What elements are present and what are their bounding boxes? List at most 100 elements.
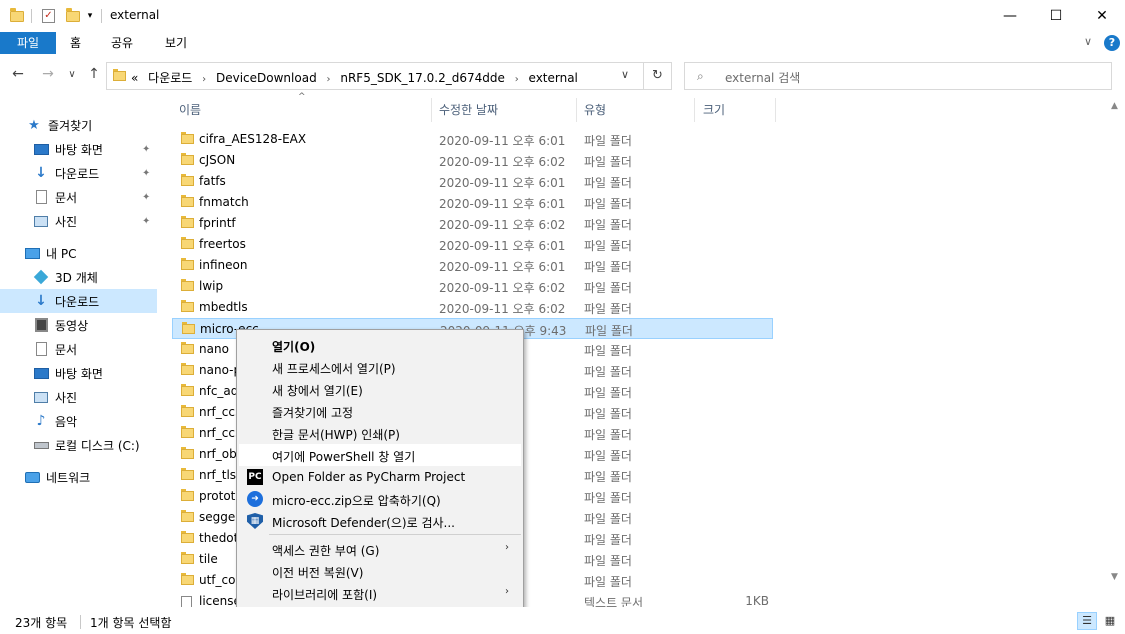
desktop-icon — [33, 366, 49, 380]
file-row[interactable]: fprintf 2020-09-11 오후 6:02 파일 폴더 — [172, 213, 773, 234]
column-divider[interactable] — [576, 98, 577, 122]
file-type: 파일 폴더 — [584, 218, 632, 232]
breadcrumb-external[interactable]: external — [529, 71, 578, 85]
context-menu-item[interactable]: 라이브러리에 포함(I) › — [239, 582, 521, 604]
file-type: 파일 폴더 — [584, 386, 632, 400]
file-name: tile — [199, 552, 218, 566]
sidebar-item-pc-documents[interactable]: 문서 — [0, 337, 157, 361]
customize-qa-icon[interactable]: ▾ — [85, 8, 95, 24]
context-menu-item[interactable]: PC Open Folder as PyCharm Project — [239, 466, 521, 488]
file-type: 파일 폴더 — [584, 176, 632, 190]
maximize-button[interactable]: ☐ — [1033, 0, 1079, 32]
breadcrumb-separator-icon[interactable]: › — [515, 74, 519, 85]
back-button[interactable]: ← — [10, 66, 26, 86]
breadcrumb-separator-icon[interactable]: › — [202, 74, 206, 85]
file-type: 파일 폴더 — [584, 155, 632, 169]
sidebar-item-3d-objects[interactable]: 3D 개체 — [0, 265, 157, 289]
search-input[interactable]: external 검색 — [725, 69, 800, 86]
file-row[interactable]: cJSON 2020-09-11 오후 6:02 파일 폴더 — [172, 150, 773, 171]
3d-objects-icon — [33, 269, 49, 285]
tab-file[interactable]: 파일 — [0, 32, 56, 54]
breadcrumb-sdk[interactable]: nRF5_SDK_17.0.2_d674dde — [340, 71, 505, 85]
up-button[interactable]: ↑ — [86, 66, 102, 86]
breadcrumb-overflow[interactable]: « — [131, 71, 138, 85]
column-header-date[interactable]: 수정한 날짜 — [439, 98, 574, 122]
sidebar-item-pictures[interactable]: 사진 ✦ — [0, 209, 157, 233]
file-row[interactable]: freertos 2020-09-11 오후 6:01 파일 폴더 — [172, 234, 773, 255]
sidebar-item-music[interactable]: ♪ 음악 — [0, 409, 157, 433]
file-row[interactable]: cifra_AES128-EAX 2020-09-11 오후 6:01 파일 폴더 — [172, 129, 773, 150]
context-menu-item[interactable]: ➜ micro-ecc.zip으로 압축하기(Q) — [239, 488, 521, 510]
sidebar-item-desktop[interactable]: 바탕 화면 ✦ — [0, 137, 157, 161]
refresh-button[interactable]: ↻ — [643, 62, 671, 90]
file-name: nano — [199, 342, 229, 356]
context-menu-item[interactable]: ▦ Microsoft Defender(으)로 검사... — [239, 510, 521, 532]
sidebar-item-pc-pictures[interactable]: 사진 — [0, 385, 157, 409]
sidebar-item-videos[interactable]: 동영상 — [0, 313, 157, 337]
folder-icon — [181, 237, 194, 249]
context-menu-item[interactable]: 여기에 PowerShell 창 열기 — [239, 444, 521, 466]
sidebar-item-downloads[interactable]: ↓ 다운로드 ✦ — [0, 161, 157, 185]
context-menu-item[interactable]: 액세스 권한 부여 (G) › — [239, 538, 521, 560]
file-row[interactable]: lwip 2020-09-11 오후 6:02 파일 폴더 — [172, 276, 773, 297]
sidebar-item-label: 문서 — [55, 342, 78, 357]
tab-share[interactable]: 공유 — [111, 32, 133, 54]
sidebar-item-label: 3D 개체 — [55, 270, 98, 285]
address-dropdown-icon[interactable]: ∨ — [621, 68, 629, 81]
column-header-size[interactable]: 크기 — [703, 98, 773, 122]
video-icon — [33, 318, 49, 332]
tab-view[interactable]: 보기 — [165, 32, 187, 54]
details-view-button[interactable]: ☰ — [1077, 612, 1097, 630]
folder-icon — [181, 447, 194, 459]
properties-icon[interactable]: ✓ — [42, 8, 55, 24]
context-menu-item[interactable]: 즐겨찾기에 고정 — [239, 400, 521, 422]
breadcrumb-downloads[interactable]: 다운로드 — [148, 71, 192, 85]
breadcrumb-separator-icon[interactable]: › — [327, 74, 331, 85]
context-menu-item[interactable]: 새 창에서 열기(E) — [239, 378, 521, 400]
forward-button[interactable]: → — [40, 66, 56, 86]
sidebar-item-documents[interactable]: 문서 ✦ — [0, 185, 157, 209]
file-type: 파일 폴더 — [584, 365, 632, 379]
new-folder-icon[interactable] — [66, 7, 80, 24]
pin-icon: ✦ — [142, 215, 151, 227]
column-header-name[interactable]: 이름 — [179, 98, 429, 122]
expand-ribbon-icon[interactable]: ∨ — [1084, 35, 1092, 48]
pin-icon: ✦ — [142, 191, 151, 203]
file-name: cJSON — [199, 153, 236, 167]
document-icon — [33, 342, 49, 356]
minimize-button[interactable]: — — [987, 0, 1033, 32]
column-divider[interactable] — [431, 98, 432, 122]
breadcrumb-devicedownload[interactable]: DeviceDownload — [216, 71, 317, 85]
context-menu-item[interactable]: 한글 문서(HWP) 인쇄(P) — [239, 422, 521, 444]
sidebar-item-pc-desktop[interactable]: 바탕 화면 — [0, 361, 157, 385]
sidebar-item-local-disk[interactable]: 로컬 디스크 (C:) — [0, 433, 157, 457]
file-row[interactable]: mbedtls 2020-09-11 오후 6:02 파일 폴더 — [172, 297, 773, 318]
recent-locations-button[interactable]: ∨ — [66, 69, 78, 89]
context-menu-item[interactable]: 새 프로세스에서 열기(P) — [239, 356, 521, 378]
scroll-up-icon[interactable]: ▲ — [1111, 101, 1118, 111]
search-box[interactable]: ⌕ external 검색 — [684, 62, 1112, 90]
title-bar: ✓ ▾ external — ☐ ✕ — [0, 0, 1125, 32]
column-divider[interactable] — [775, 98, 776, 122]
file-date: 2020-09-11 오후 6:01 — [439, 176, 566, 190]
file-row[interactable]: infineon 2020-09-11 오후 6:01 파일 폴더 — [172, 255, 773, 276]
file-row[interactable]: fatfs 2020-09-11 오후 6:01 파일 폴더 — [172, 171, 773, 192]
file-name: fprintf — [199, 216, 236, 230]
help-icon[interactable]: ? — [1104, 35, 1120, 51]
context-menu-item[interactable]: 이전 버전 복원(V) — [239, 560, 521, 582]
address-bar[interactable]: « 다운로드 › DeviceDownload › nRF5_SDK_17.0.… — [106, 62, 672, 90]
context-menu-item[interactable]: 열기(O) — [239, 334, 521, 356]
close-button[interactable]: ✕ — [1079, 0, 1125, 32]
column-divider[interactable] — [694, 98, 695, 122]
sidebar-item-pc-downloads[interactable]: ↓ 다운로드 — [0, 289, 157, 313]
file-row[interactable]: fnmatch 2020-09-11 오후 6:01 파일 폴더 — [172, 192, 773, 213]
vertical-scrollbar[interactable]: ▲ ▼ — [1107, 98, 1124, 605]
sidebar-item-this-pc[interactable]: 내 PC — [0, 241, 157, 265]
sidebar-item-network[interactable]: 네트워크 — [0, 465, 157, 489]
scroll-down-icon[interactable]: ▼ — [1111, 572, 1118, 582]
sidebar-item-quick-access[interactable]: ★ 즐겨찾기 — [0, 113, 157, 137]
file-name: cifra_AES128-EAX — [199, 132, 307, 146]
large-icons-view-button[interactable]: ▦ — [1100, 612, 1120, 630]
column-header-type[interactable]: 유형 — [584, 98, 692, 122]
tab-home[interactable]: 홈 — [70, 32, 81, 54]
